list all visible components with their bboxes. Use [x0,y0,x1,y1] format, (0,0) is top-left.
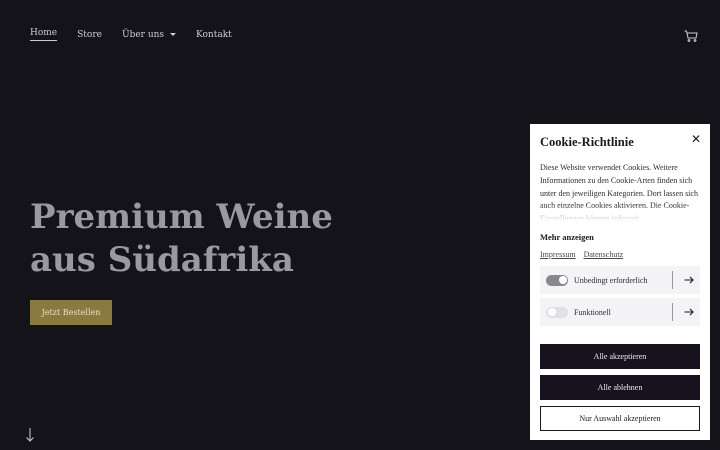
nav-home[interactable]: Home [30,28,58,41]
show-more-link[interactable]: Mehr anzeigen [540,232,700,242]
nav-store-label: Store [77,29,102,40]
toggle-knob [547,308,556,316]
nav-contact-label: Kontakt [196,29,232,40]
order-now-button[interactable]: Jetzt Bestellen [30,300,112,325]
cookie-consent-dialog: Cookie-Richtlinie ✕ Diese Website verwen… [530,124,710,440]
hero-title-line-2: aus Südafrika [30,240,294,280]
close-icon[interactable]: ✕ [691,133,701,145]
arrow-right-icon[interactable] [672,271,694,289]
hero-title: Premium Weine aus Südafrika [30,196,360,282]
nav-home-label: Home [30,28,58,38]
arrow-right-icon[interactable] [672,303,694,321]
cookie-dialog-title: Cookie-Richtlinie [540,135,634,149]
chevron-down-icon [170,33,177,36]
hero-title-line-1: Premium Weine [30,197,333,237]
toggle-knob [558,276,567,284]
nav-about-dropdown[interactable]: Über uns [121,28,177,41]
nav-about-label: Über uns [121,29,165,40]
datenschutz-link[interactable]: Datenschutz [584,250,624,259]
main-nav: Home Store Über uns Kontakt [30,28,232,41]
accept-selection-button[interactable]: Nur Auswahl akzeptieren [540,406,700,431]
category-label: Unbedingt erforderlich [574,275,648,285]
cookie-category-necessary: Unbedingt erforderlich [540,266,700,294]
arrow-down-icon[interactable] [25,427,35,443]
shopping-cart-icon[interactable] [684,27,698,42]
nav-store[interactable]: Store [77,28,102,41]
necessary-toggle[interactable] [546,274,568,286]
reject-all-button[interactable]: Alle ablehnen [540,375,700,400]
functional-toggle[interactable] [546,306,568,318]
legal-links: Impressum Datenschutz [540,250,700,259]
nav-contact[interactable]: Kontakt [196,28,232,41]
accept-all-button[interactable]: Alle akzeptieren [540,344,700,369]
cookie-category-functional: Funktionell [540,298,700,326]
cookie-description: Diese Website verwendet Cookies. Weitere… [540,162,700,221]
impressum-link[interactable]: Impressum [540,250,576,259]
category-label: Funktionell [574,307,611,317]
